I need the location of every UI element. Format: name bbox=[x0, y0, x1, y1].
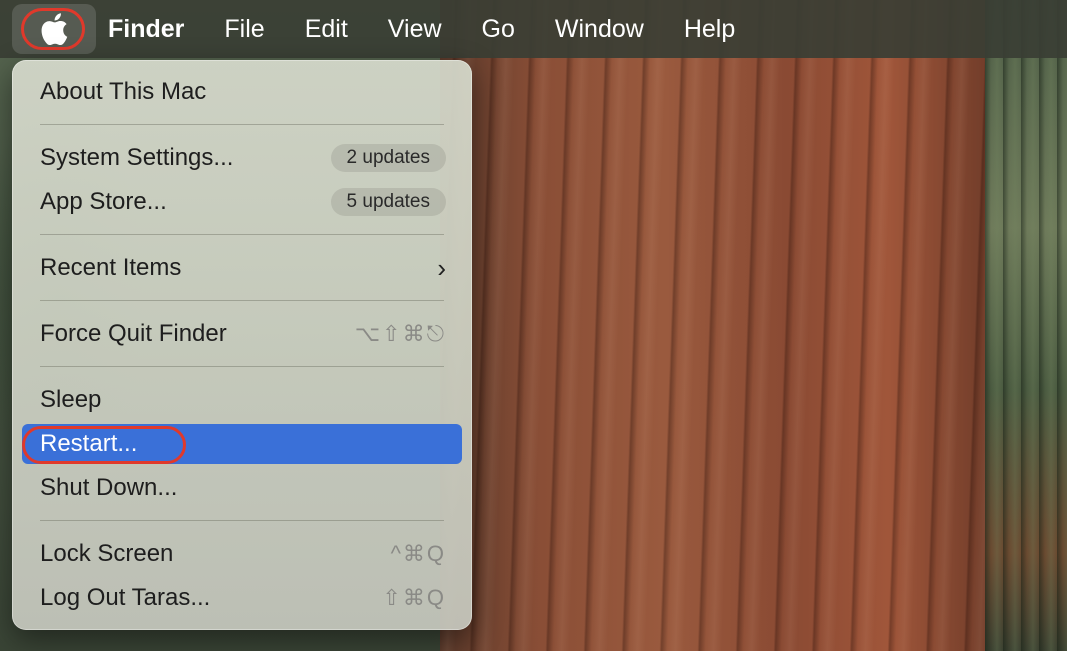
apple-menu-dropdown: About This Mac System Settings... 2 upda… bbox=[12, 60, 472, 630]
system-settings-updates-badge: 2 updates bbox=[330, 144, 446, 172]
menu-item-force-quit[interactable]: Force Quit Finder ⌥⇧⌘⎋ bbox=[22, 314, 462, 354]
menu-bar: Finder File Edit View Go Window Help bbox=[0, 0, 1067, 58]
menu-file[interactable]: File bbox=[204, 15, 284, 44]
lock-screen-label: Lock Screen bbox=[40, 540, 174, 567]
menu-edit[interactable]: Edit bbox=[285, 15, 368, 44]
menu-view[interactable]: View bbox=[368, 15, 462, 44]
menu-item-recent-items[interactable]: Recent Items › bbox=[22, 248, 462, 288]
menu-item-lock-screen[interactable]: Lock Screen ^⌘Q bbox=[22, 534, 462, 574]
menu-go[interactable]: Go bbox=[462, 15, 535, 44]
system-settings-label: System Settings... bbox=[40, 144, 234, 171]
about-label: About This Mac bbox=[40, 78, 207, 105]
separator bbox=[40, 520, 444, 521]
chevron-right-icon: › bbox=[437, 252, 446, 283]
app-store-updates-badge: 5 updates bbox=[330, 188, 446, 216]
log-out-shortcut: ⇧⌘Q bbox=[382, 585, 446, 610]
menu-finder[interactable]: Finder bbox=[96, 15, 204, 44]
menu-help[interactable]: Help bbox=[664, 15, 755, 44]
restart-highlight-ring bbox=[22, 426, 186, 464]
force-quit-label: Force Quit Finder bbox=[40, 320, 227, 347]
apple-menu-button[interactable] bbox=[12, 4, 96, 54]
desktop: Finder File Edit View Go Window Help Abo… bbox=[0, 0, 1067, 651]
menu-item-app-store[interactable]: App Store... 5 updates bbox=[22, 182, 462, 222]
lock-screen-shortcut: ^⌘Q bbox=[390, 541, 446, 566]
sleep-label: Sleep bbox=[40, 386, 102, 413]
apple-highlight-ring bbox=[21, 8, 85, 50]
log-out-label: Log Out Taras... bbox=[40, 584, 211, 611]
separator bbox=[40, 366, 444, 367]
menu-item-about[interactable]: About This Mac bbox=[22, 72, 462, 112]
separator bbox=[40, 124, 444, 125]
force-quit-shortcut: ⌥⇧⌘⎋ bbox=[354, 321, 446, 346]
menu-item-system-settings[interactable]: System Settings... 2 updates bbox=[22, 138, 462, 178]
menu-item-shut-down[interactable]: Shut Down... bbox=[22, 468, 462, 508]
recent-items-label: Recent Items bbox=[40, 254, 182, 281]
menu-window[interactable]: Window bbox=[535, 15, 664, 44]
menu-item-log-out[interactable]: Log Out Taras... ⇧⌘Q bbox=[22, 578, 462, 618]
separator bbox=[40, 300, 444, 301]
app-store-label: App Store... bbox=[40, 188, 167, 215]
wallpaper-forest-right bbox=[985, 0, 1067, 651]
wallpaper-sequoia-trunk bbox=[440, 0, 1000, 651]
separator bbox=[40, 234, 444, 235]
menu-item-sleep[interactable]: Sleep bbox=[22, 380, 462, 420]
shut-down-label: Shut Down... bbox=[40, 474, 178, 501]
